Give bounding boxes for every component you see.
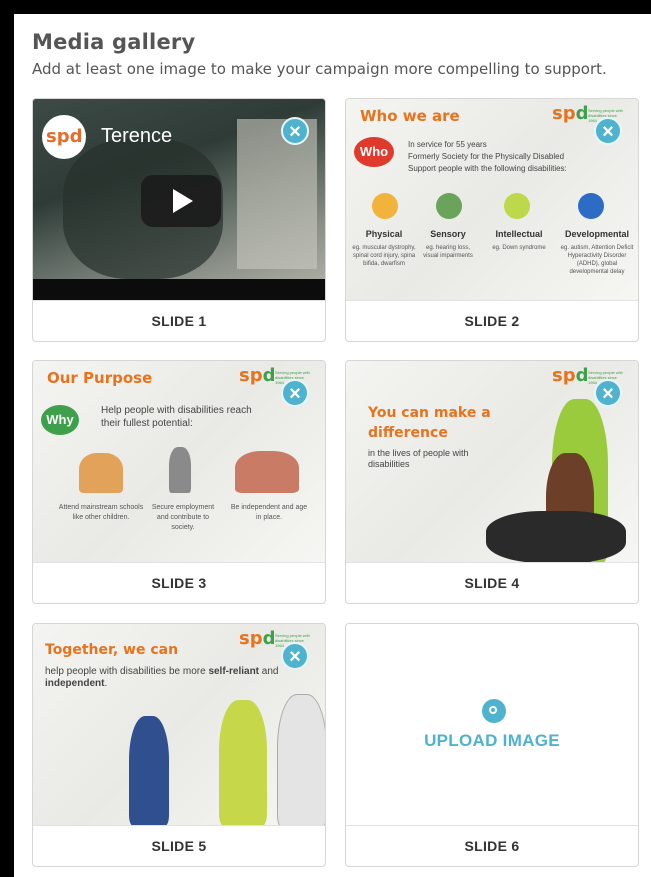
bullet-2: Formerly Society for the Physically Disa… [408, 152, 565, 161]
spd-logo: spd [552, 365, 589, 386]
young-man-photo [219, 700, 267, 826]
category-name: Sensory [430, 229, 466, 239]
window-frame-left [0, 0, 14, 877]
remove-slide-4-button[interactable]: × [594, 379, 622, 407]
purpose-item: Attend mainstream schools like other chi… [58, 504, 144, 521]
seniors-illustration [235, 451, 299, 493]
spd-logo: spd [552, 103, 589, 124]
slide-heading-line-2: difference [368, 425, 448, 441]
category-desc: eg. Down syndrome [492, 245, 546, 251]
slide-label: SLIDE 1 [33, 300, 325, 341]
slide-label: SLIDE 4 [346, 562, 638, 603]
page-title: Media gallery [32, 30, 196, 54]
upload-image-button[interactable]: UPLOAD IMAGE [346, 731, 638, 751]
man-photo [277, 694, 325, 826]
slide-image: Together, we can spd Serving people with… [33, 624, 325, 826]
purpose-item: Be independent and age in place. [230, 504, 308, 521]
category-name: Physical [365, 229, 403, 239]
slide-heading: Who we are [360, 107, 460, 125]
slide-image: spd Serving people with disabilities sin… [346, 361, 638, 563]
slide-heading: Our Purpose [47, 369, 153, 387]
slide-card-2[interactable]: Who we are spd Serving people with disab… [345, 98, 639, 342]
slide-body: help people with disabilities be more se… [45, 666, 279, 689]
video-title[interactable]: Terence [101, 125, 172, 148]
window-frame-top [0, 0, 651, 14]
slide-heading: Together, we can [45, 642, 179, 658]
slide-image: Our Purpose spd Serving people with disa… [33, 361, 325, 563]
slide-card-1[interactable]: spd Terence × SLIDE 1 [32, 98, 326, 342]
remove-slide-1-button[interactable]: × [281, 117, 309, 145]
intellectual-icon [504, 193, 530, 219]
woman-photo [129, 716, 169, 826]
category-desc: eg. hearing loss, visual impairments [423, 245, 473, 259]
video-thumbnail[interactable]: spd Terence × [33, 99, 325, 301]
page-subtitle: Add at least one image to make your camp… [32, 60, 607, 78]
wheelchair-image [486, 511, 626, 563]
slide-label: SLIDE 5 [33, 825, 325, 866]
category-desc: eg. muscular dystrophy, spinal cord inju… [352, 245, 416, 267]
category-name: Intellectual [495, 229, 543, 239]
spd-logo: spd [46, 126, 83, 147]
children-illustration [79, 453, 123, 493]
slide-card-3[interactable]: Our Purpose spd Serving people with disa… [32, 360, 326, 604]
purpose-line-1: Help people with disabilities reach [101, 405, 252, 416]
slide-card-5[interactable]: Together, we can spd Serving people with… [32, 623, 326, 867]
remove-slide-5-button[interactable]: × [281, 642, 309, 670]
media-gallery-panel: Media gallery Add at least one image to … [14, 14, 651, 877]
slide-label: SLIDE 6 [346, 825, 638, 866]
category-desc: eg. autism, Attention Deficit Hyperactiv… [560, 245, 634, 275]
bullet-1: In service for 55 years [408, 140, 487, 149]
slide-subtext-2: disabilities [368, 459, 410, 469]
upload-image-area[interactable]: UPLOAD IMAGE [346, 624, 638, 826]
remove-slide-2-button[interactable]: × [594, 117, 622, 145]
spd-logo: spd [239, 628, 276, 649]
worker-illustration [169, 447, 191, 493]
who-bubble: Who [354, 137, 394, 167]
purpose-item: Secure employment and contribute to soci… [151, 504, 215, 531]
wheelchair-icon [372, 193, 398, 219]
category-name: Developmental [564, 229, 630, 239]
bullet-3: Support people with the following disabi… [408, 164, 567, 173]
slide-card-6[interactable]: UPLOAD IMAGE SLIDE 6 [345, 623, 639, 867]
slide-label: SLIDE 2 [346, 300, 638, 341]
why-bubble: Why [41, 405, 79, 435]
slide-image: Who we are spd Serving people with disab… [346, 99, 638, 301]
slide-heading-line-1: You can make a [368, 405, 491, 421]
slide-card-4[interactable]: spd Serving people with disabilities sin… [345, 360, 639, 604]
spd-logo: spd [239, 365, 276, 386]
purpose-line-2: their fullest potential: [101, 418, 193, 429]
play-icon [173, 189, 193, 213]
slide-label: SLIDE 3 [33, 562, 325, 603]
remove-slide-3-button[interactable]: × [281, 379, 309, 407]
developmental-icon [578, 193, 604, 219]
sensory-icon [436, 193, 462, 219]
camera-icon[interactable] [482, 699, 506, 723]
